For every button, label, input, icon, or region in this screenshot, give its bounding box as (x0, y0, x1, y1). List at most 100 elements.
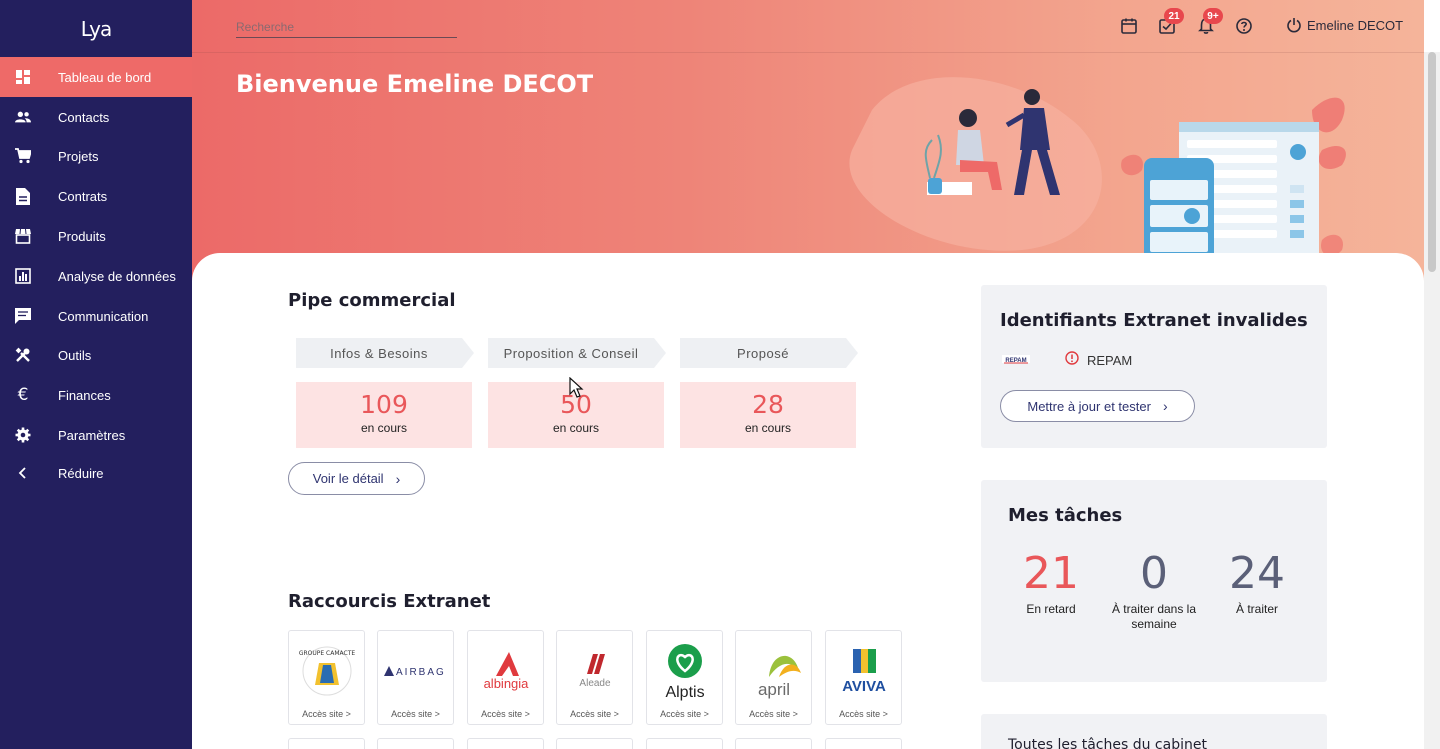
aviva-logo: AVIVA (826, 637, 901, 705)
scrollbar-thumb[interactable] (1428, 52, 1436, 272)
user-name: Emeline DECOT (1307, 17, 1404, 33)
user-menu[interactable]: Emeline DECOT (1286, 17, 1403, 33)
dashboard-icon (15, 69, 31, 85)
camacte-logo: GROUPE CAMACTE (289, 637, 364, 705)
pipe-stat-infos[interactable]: 109 en cours (296, 382, 472, 448)
sidebar-item-analytics[interactable]: Analyse de données (0, 256, 192, 296)
sidebar-item-contacts[interactable]: Contacts (0, 97, 192, 137)
power-icon (1287, 18, 1301, 33)
sidebar-item-label: Finances (58, 387, 111, 403)
view-detail-button[interactable]: Voir le détail › (288, 462, 425, 495)
sidebar-item-label: Contacts (58, 109, 110, 125)
logo-text: Lya (80, 17, 112, 41)
stage-label: Infos & Besoins (330, 345, 428, 361)
pipe-stage-proposition[interactable]: Proposition & Conseil (488, 338, 666, 368)
cart-icon (15, 148, 31, 164)
message-icon (15, 308, 31, 324)
euro-icon: € (17, 385, 29, 405)
shortcut-caption: Accès site > (302, 709, 351, 719)
shortcuts-title: Raccourcis Extranet (288, 591, 491, 612)
shortcut-caption: Accès site > (570, 709, 619, 719)
sidebar-item-communication[interactable]: Communication (0, 296, 192, 336)
cabinet-tasks-title: Toutes les tâches du cabinet (1008, 737, 1207, 749)
welcome-title: Bienvenue Emeline DECOT (236, 70, 594, 98)
tasks-week-label: À traiter dans la semaine (1111, 602, 1197, 631)
shortcut-tile-aleade[interactable]: Aleade Accès site > (556, 630, 633, 725)
sidebar-item-contracts[interactable]: Contrats (0, 176, 192, 216)
sidebar: Lya Tableau de bord Contacts Projets Con… (0, 0, 192, 749)
sidebar-item-label: Paramètres (58, 427, 126, 443)
app-logo[interactable]: Lya (0, 0, 192, 58)
tasks-late-count[interactable]: 21 (1001, 548, 1101, 599)
shortcut-tile[interactable] (556, 738, 633, 749)
sidebar-item-dashboard[interactable]: Tableau de bord (0, 57, 192, 97)
topbar-divider (192, 52, 1424, 53)
april-logo: april (736, 637, 811, 705)
shortcut-tile[interactable] (377, 738, 454, 749)
alptis-logo: Alptis (647, 637, 722, 705)
sidebar-collapse[interactable]: Réduire (0, 453, 192, 493)
shortcut-tile-albingia[interactable]: albingia Accès site > (467, 630, 544, 725)
svg-text:GROUPE CAMACTE: GROUPE CAMACTE (298, 650, 355, 657)
extranet-item-name: REPAM (1087, 353, 1133, 368)
store-icon (15, 228, 31, 244)
shortcut-tile-airbag[interactable]: AIRBAG Accès site > (377, 630, 454, 725)
pipe-stat-propose[interactable]: 28 en cours (680, 382, 856, 448)
sidebar-item-settings[interactable]: Paramètres (0, 415, 192, 455)
sidebar-item-tools[interactable]: Outils (0, 335, 192, 375)
tasks-icon[interactable]: 21 (1158, 8, 1184, 35)
stat-sub: en cours (360, 421, 408, 435)
shortcut-tile-alptis[interactable]: Alptis Accès site > (646, 630, 723, 725)
mouse-cursor-icon (569, 377, 584, 398)
shortcut-tile[interactable] (467, 738, 544, 749)
shortcut-tile[interactable] (646, 738, 723, 749)
help-icon[interactable] (1235, 17, 1253, 35)
svg-text:AIRBAG: AIRBAG (396, 667, 446, 678)
tasks-todo-count[interactable]: 24 (1207, 548, 1307, 599)
stat-sub: en cours (744, 421, 792, 435)
shortcut-caption: Accès site > (481, 709, 530, 719)
shortcut-tile[interactable] (288, 738, 365, 749)
search-input[interactable] (236, 16, 457, 38)
sidebar-item-label: Produits (58, 228, 106, 244)
chevron-right-icon: › (395, 470, 401, 487)
pipe-stage-infos[interactable]: Infos & Besoins (296, 338, 474, 368)
sidebar-item-label: Analyse de données (58, 268, 176, 284)
calendar-icon[interactable] (1120, 17, 1138, 35)
sidebar-item-label: Tableau de bord (58, 69, 152, 85)
sidebar-item-finances[interactable]: € Finances (0, 375, 192, 415)
bell-icon[interactable]: 9+ (1197, 8, 1223, 35)
sidebar-item-label: Contrats (58, 188, 108, 204)
warning-icon (1065, 351, 1079, 370)
update-test-button[interactable]: Mettre à jour et tester › (1000, 390, 1195, 422)
sidebar-item-projects[interactable]: Projets (0, 136, 192, 176)
airbag-logo: AIRBAG (378, 637, 453, 705)
svg-text:Aleade: Aleade (579, 678, 611, 689)
shortcut-caption: Accès site > (660, 709, 709, 719)
shortcut-tile[interactable] (735, 738, 812, 749)
button-label: Mettre à jour et tester (1027, 398, 1151, 414)
pipe-title: Pipe commercial (288, 290, 456, 311)
aleade-logo: Aleade (557, 637, 632, 705)
chevron-right-icon: › (1162, 398, 1168, 414)
tools-icon (15, 347, 31, 363)
gear-icon (15, 427, 31, 443)
shortcut-tile-april[interactable]: april Accès site > (735, 630, 812, 725)
sidebar-item-label: Projets (58, 148, 99, 164)
tasks-week-count[interactable]: 0 (1104, 548, 1204, 599)
topbar: 21 9+ Emeline DECOT (192, 0, 1440, 52)
svg-text:albingia: albingia (483, 676, 529, 691)
page-scrollbar[interactable] (1424, 52, 1440, 749)
chevron-left-icon (15, 465, 31, 481)
stat-count: 109 (360, 390, 408, 419)
stage-label: Proposé (737, 345, 789, 361)
shortcut-tile-camacte[interactable]: GROUPE CAMACTE Accès site > (288, 630, 365, 725)
pipe-stage-propose[interactable]: Proposé (680, 338, 858, 368)
shortcut-tile[interactable] (825, 738, 902, 749)
button-label: Voir le détail (312, 471, 384, 486)
shortcut-tile-aviva[interactable]: AVIVA Accès site > (825, 630, 902, 725)
analytics-icon (15, 268, 31, 284)
repam-logo: REPAM (1002, 352, 1030, 366)
sidebar-item-label: Outils (58, 347, 92, 363)
sidebar-item-products[interactable]: Produits (0, 216, 192, 256)
